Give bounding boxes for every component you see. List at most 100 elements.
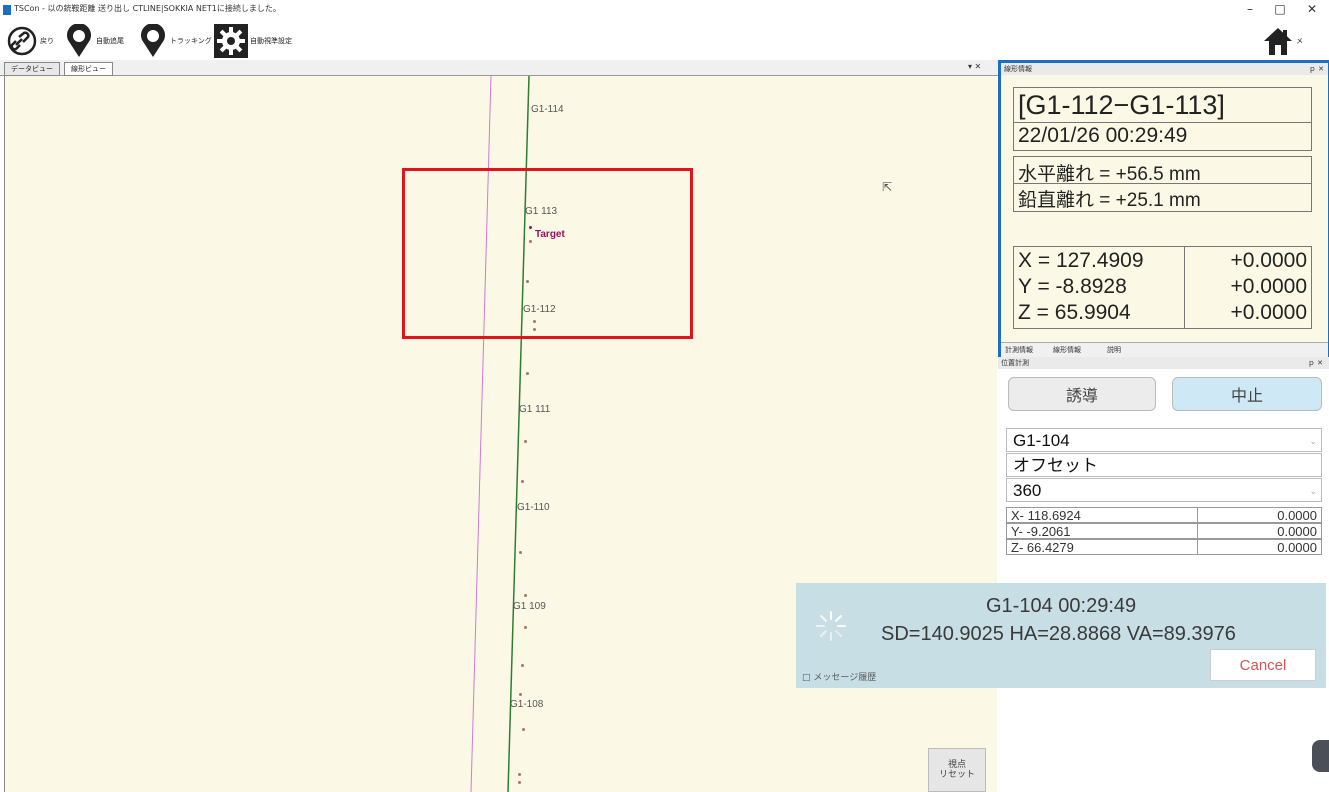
coord-x: X = 127.4909 xyxy=(1018,249,1144,272)
auto-track-label: 自動追尾 xyxy=(96,37,124,45)
tab-data-view[interactable]: データビュー xyxy=(4,62,60,76)
tracking-label: トラッキング xyxy=(170,37,212,45)
coord-label: Z- 66.4279 xyxy=(1011,540,1074,555)
mode-field[interactable]: オフセット xyxy=(1006,453,1322,477)
map-pin-icon xyxy=(67,24,91,57)
reset-view-button[interactable]: 視点 リセット xyxy=(928,748,986,792)
map-dot xyxy=(518,781,521,784)
map-dot xyxy=(518,773,521,776)
prism-select[interactable]: 360 ⌄ xyxy=(1006,478,1322,502)
tab-alignment-info[interactable]: 線形情報 xyxy=(1053,345,1081,355)
coord-x-delta: +0.0000 xyxy=(1230,249,1308,272)
guide-button[interactable]: 誘導 xyxy=(1008,377,1156,411)
point-label: G1-108 xyxy=(510,699,544,710)
toolbar: 戻り 自動追尾 トラッキング 自動視準設定 メ xyxy=(0,22,1329,60)
divider xyxy=(1197,508,1198,522)
auto-sight-settings-button[interactable]: 自動視準設定 xyxy=(214,24,292,58)
map-dot xyxy=(519,693,522,696)
toast-measurement: SD=140.9025 HA=28.8868 VA=89.3976 xyxy=(881,623,1236,645)
close-button[interactable]: ✕ xyxy=(1302,2,1322,16)
map-dot xyxy=(521,664,524,667)
divider xyxy=(1014,183,1311,184)
divider xyxy=(1184,247,1185,328)
stop-button[interactable]: 中止 xyxy=(1172,377,1322,411)
position-measure-panel: 位置計測 ｐ ✕ 誘導 中止 G1-104 ⌄ オフセット 360 ⌄ X- 1… xyxy=(998,357,1329,792)
coord-value: 0.0000 xyxy=(1277,508,1317,523)
map-dot xyxy=(526,372,529,375)
checkbox-icon: □ xyxy=(802,673,811,683)
panel-title: 線形情報 xyxy=(1004,65,1032,73)
home-button[interactable]: メ xyxy=(1262,24,1303,58)
map-panel-controls[interactable]: ▾ ✕ xyxy=(968,62,981,71)
point-label: G1 111 xyxy=(519,404,551,415)
map-dot xyxy=(524,440,527,443)
map-dot xyxy=(524,594,527,597)
tracking-button[interactable]: トラッキング xyxy=(138,24,212,58)
coord-value: 0.0000 xyxy=(1277,524,1317,539)
divider xyxy=(1014,122,1311,123)
point-label: G1-110 xyxy=(517,502,550,513)
mode-field-value: オフセット xyxy=(1013,456,1098,475)
panel-header: 位置計測 ｐ ✕ xyxy=(998,357,1329,369)
coord-row: Y- -9.2061 0.0000 xyxy=(1006,523,1322,539)
horizontal-offset: 水平離れ = +56.5 mm xyxy=(1018,164,1201,185)
coord-z-delta: +0.0000 xyxy=(1230,301,1308,324)
side-handle[interactable] xyxy=(1312,740,1329,772)
coord-z: Z = 65.9904 xyxy=(1018,301,1131,324)
coord-row: Z- 66.4279 0.0000 xyxy=(1006,539,1322,555)
maximize-button[interactable]: □ xyxy=(1270,2,1290,16)
chevron-down-icon: ⌄ xyxy=(1309,486,1317,496)
coord-label: Y- -9.2061 xyxy=(1011,524,1071,539)
map-dot xyxy=(519,551,522,554)
chevron-down-icon: ⌄ xyxy=(1309,436,1317,446)
tab-measurement-info[interactable]: 計測情報 xyxy=(1005,345,1033,355)
divider xyxy=(1197,540,1198,554)
panel-title: 位置計測 xyxy=(1001,359,1029,367)
auto-track-button[interactable]: 自動追尾 xyxy=(64,24,124,58)
panel-header: 線形情報 ｐ ✕ xyxy=(1001,63,1328,75)
segment-box: [G1-112−G1-113] 22/01/26 00:29:49 xyxy=(1013,87,1312,151)
offset-box: 水平離れ = +56.5 mm 鉛直離れ = +25.1 mm xyxy=(1013,156,1312,212)
home-icon xyxy=(1264,28,1292,55)
map-dot xyxy=(521,480,524,483)
message-history-checkbox[interactable]: □ メッセージ履歴 xyxy=(802,670,876,683)
toast-title: G1-104 00:29:49 xyxy=(986,595,1137,617)
measurement-toast: G1-104 00:29:49 SD=140.9025 HA=28.8868 V… xyxy=(796,583,1326,688)
map-pin-icon xyxy=(141,24,165,57)
map-tab-bar: データビュー 線形ビュー xyxy=(0,60,998,76)
back-button[interactable]: 戻り xyxy=(6,24,54,58)
minimize-button[interactable]: – xyxy=(1240,2,1260,16)
prism-select-value: 360 xyxy=(1013,481,1042,500)
point-label: G1 109 xyxy=(513,601,546,612)
cancel-button[interactable]: Cancel xyxy=(1210,649,1316,681)
tab-description[interactable]: 説明 xyxy=(1107,345,1121,355)
coord-value: 0.0000 xyxy=(1277,540,1317,555)
info-tab-bar: 計測情報 線形情報 説明 xyxy=(1001,342,1328,357)
title-bar: TSCon - 以の銃鞍距離 送り出し CTLINE|SOKKIA NET1に接… xyxy=(0,0,1329,22)
map-dot xyxy=(524,626,527,629)
checkbox-label: メッセージ履歴 xyxy=(813,673,877,683)
map-dot xyxy=(522,728,525,731)
auto-sight-settings-label: 自動視準設定 xyxy=(250,37,292,45)
segment-name: [G1-112−G1-113] xyxy=(1018,90,1225,120)
back-label: 戻り xyxy=(40,37,54,45)
coord-row: X- 118.6924 0.0000 xyxy=(1006,507,1322,523)
panel-controls[interactable]: ｐ ✕ xyxy=(1308,358,1323,368)
highlight-box xyxy=(402,168,693,339)
point-select-value: G1-104 xyxy=(1013,431,1070,450)
coord-y-delta: +0.0000 xyxy=(1230,275,1308,298)
app-icon xyxy=(3,5,11,15)
divider xyxy=(1197,524,1198,538)
alignment-info-panel: 線形情報 ｐ ✕ [G1-112−G1-113] 22/01/26 00:29:… xyxy=(998,60,1329,361)
coord-label: X- 118.6924 xyxy=(1011,508,1081,523)
vertical-offset: 鉛直離れ = +25.1 mm xyxy=(1018,190,1201,211)
tab-alignment-view[interactable]: 線形ビュー xyxy=(64,62,113,76)
measurement-datetime: 22/01/26 00:29:49 xyxy=(1018,124,1188,147)
home-label: メ xyxy=(1296,37,1303,45)
point-label: G1-114 xyxy=(531,104,564,115)
point-select[interactable]: G1-104 ⌄ xyxy=(1006,428,1322,452)
mouse-cursor-icon: ⇱ xyxy=(882,180,893,194)
loading-spinner-icon xyxy=(816,611,846,641)
panel-controls[interactable]: ｐ ✕ xyxy=(1309,64,1324,74)
gear-icon xyxy=(214,24,248,58)
